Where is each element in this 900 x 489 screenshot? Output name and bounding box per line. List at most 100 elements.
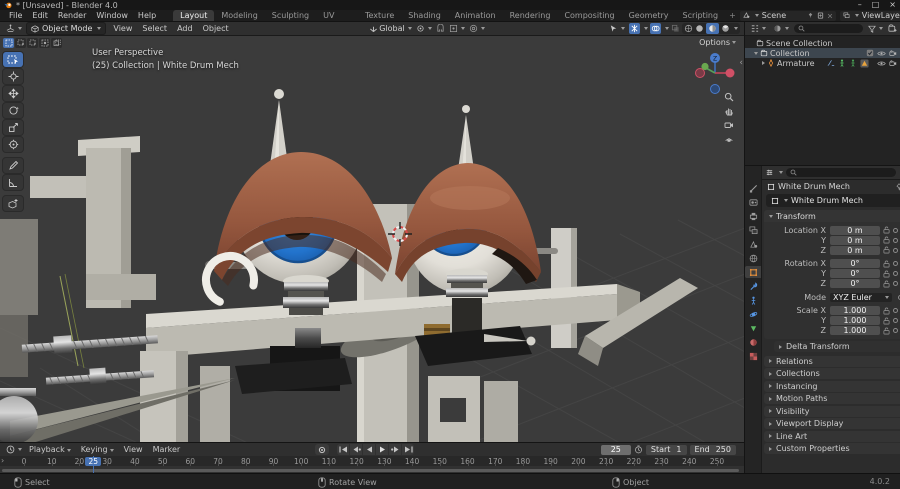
lock-icon[interactable]: [883, 307, 890, 315]
menu-render[interactable]: Render: [53, 11, 91, 20]
camera-view-icon[interactable]: [724, 120, 734, 130]
tool-add-cube[interactable]: [3, 196, 23, 212]
animate-dot[interactable]: [893, 261, 898, 267]
lock-icon[interactable]: [883, 280, 890, 288]
shading-wireframe-icon[interactable]: [684, 24, 693, 33]
workspace-tab-uv-editing[interactable]: UV Editing: [316, 10, 358, 31]
outliner-row-collection[interactable]: Collection: [745, 48, 900, 59]
orthographic-grid-icon[interactable]: [724, 134, 734, 144]
breadcrumb-object-name[interactable]: White Drum Mech: [778, 182, 850, 191]
select-mode-intersect[interactable]: [51, 38, 62, 49]
lock-icon[interactable]: [883, 270, 890, 278]
viewport-menu-select[interactable]: Select: [137, 24, 172, 33]
viewport-menu-add[interactable]: Add: [172, 24, 198, 33]
value-field[interactable]: 0°: [830, 269, 880, 279]
value-field[interactable]: 1.000: [830, 306, 880, 316]
hide-eye-icon[interactable]: [877, 60, 886, 67]
pin-icon[interactable]: [807, 12, 814, 19]
animate-dot[interactable]: [893, 227, 898, 233]
tool-scale[interactable]: [3, 120, 23, 136]
play-reverse-button[interactable]: [363, 444, 376, 456]
outliner-search-input[interactable]: [794, 24, 863, 34]
value-field[interactable]: 0°: [830, 279, 880, 289]
workspace-tab-animation[interactable]: Animation: [448, 10, 503, 21]
gizmos-toggle[interactable]: [629, 23, 640, 35]
tab-view-layer[interactable]: [745, 224, 761, 236]
tab-output[interactable]: [745, 210, 761, 222]
timeline-menu-view[interactable]: View: [119, 445, 148, 454]
value-field[interactable]: 0 m: [830, 245, 880, 255]
new-scene-icon[interactable]: [817, 12, 824, 19]
select-mode-invert[interactable]: [39, 38, 50, 49]
shading-solid-icon[interactable]: [695, 24, 704, 33]
jump-to-end-button[interactable]: [402, 444, 415, 456]
tab-tool[interactable]: [745, 182, 761, 194]
menu-help[interactable]: Help: [133, 11, 161, 20]
workspace-tab-layout[interactable]: Layout: [173, 10, 215, 22]
panel-visibility[interactable]: Visibility: [764, 405, 900, 417]
viewlayer-selector[interactable]: ViewLayer: [839, 10, 900, 21]
frame-range-clock-icon[interactable]: [634, 445, 643, 454]
new-collection-button[interactable]: [888, 24, 897, 33]
armature-expand-caret[interactable]: [762, 61, 765, 66]
outliner-filter-button[interactable]: [868, 25, 883, 33]
navigation-gizmo[interactable]: Z: [693, 51, 737, 97]
tab-world[interactable]: [745, 252, 761, 264]
properties-editor-caret[interactable]: [779, 171, 783, 175]
outliner-row-armature[interactable]: Armature: [745, 58, 900, 68]
sidebar-toggle-arrow[interactable]: ‹: [739, 58, 743, 68]
tool-move[interactable]: [3, 86, 23, 102]
workspace-tab-scripting[interactable]: Scripting: [675, 10, 725, 21]
properties-editor-icon[interactable]: [765, 168, 774, 177]
tool-transform[interactable]: [3, 137, 23, 153]
panel-viewport-display[interactable]: Viewport Display: [764, 418, 900, 430]
shading-rendered-icon[interactable]: [721, 24, 730, 33]
timeline-editor-button[interactable]: [6, 445, 22, 454]
scene-canvas[interactable]: [0, 36, 744, 443]
lock-icon[interactable]: [883, 317, 890, 325]
outliner-row-scene-collection[interactable]: Scene Collection: [745, 38, 900, 48]
value-field[interactable]: 1.000: [830, 326, 880, 336]
panel-delta-transform[interactable]: Delta Transform: [774, 341, 900, 353]
value-field[interactable]: 0 m: [830, 225, 880, 235]
timeline-menu-marker[interactable]: Marker: [148, 445, 186, 454]
transform-orientation-selector[interactable]: Global: [369, 24, 412, 33]
panel-relations[interactable]: Relations: [764, 355, 900, 367]
mode-dropdown[interactable]: XYZ Euler: [830, 292, 892, 302]
tab-constraints[interactable]: [745, 294, 761, 306]
mode-selector[interactable]: Object Mode: [26, 22, 107, 36]
animate-dot[interactable]: [893, 308, 898, 314]
tab-data[interactable]: [745, 322, 761, 334]
workspace-tab-texture-paint[interactable]: Texture Paint: [358, 10, 401, 31]
tool-annotate[interactable]: [3, 158, 23, 174]
menu-window[interactable]: Window: [91, 11, 133, 20]
gizmo-x-axis[interactable]: [725, 68, 735, 78]
shading-dropdown-caret[interactable]: [734, 27, 738, 31]
minimize-button[interactable]: –: [858, 1, 862, 9]
lock-icon[interactable]: [883, 226, 890, 234]
value-field[interactable]: 0 m: [830, 235, 880, 245]
frame-end-field[interactable]: End 250: [689, 444, 736, 455]
panel-custom-properties[interactable]: Custom Properties: [764, 443, 900, 455]
tab-texture[interactable]: [745, 350, 761, 362]
add-workspace-button[interactable]: +: [725, 10, 740, 21]
editor-type-button[interactable]: [6, 24, 22, 33]
scene-selector[interactable]: Scene: [739, 10, 836, 21]
timeline-menu-keying[interactable]: Keying: [76, 445, 119, 454]
proportional-editing-toggle[interactable]: [469, 24, 485, 33]
animate-dot[interactable]: [893, 271, 898, 277]
tool-cursor[interactable]: [3, 69, 23, 85]
pan-hand-icon[interactable]: [724, 106, 734, 116]
viewport-3d[interactable]: User Perspective (25) Collection | White…: [0, 36, 744, 443]
exclude-checkbox[interactable]: [866, 49, 874, 57]
workspace-tab-rendering[interactable]: Rendering: [503, 10, 558, 21]
workspace-tab-modeling[interactable]: Modeling: [214, 10, 264, 21]
frame-start-field[interactable]: Start 1: [645, 444, 687, 455]
timeline-menu-playback[interactable]: Playback: [24, 445, 76, 454]
gizmo-x-neg-axis[interactable]: [695, 68, 705, 79]
hide-eye-icon[interactable]: [877, 50, 886, 57]
unlink-scene-icon[interactable]: [827, 13, 833, 19]
current-frame-marker[interactable]: 25: [85, 456, 102, 466]
lock-icon[interactable]: [883, 260, 890, 268]
panel-instancing[interactable]: Instancing: [764, 380, 900, 392]
